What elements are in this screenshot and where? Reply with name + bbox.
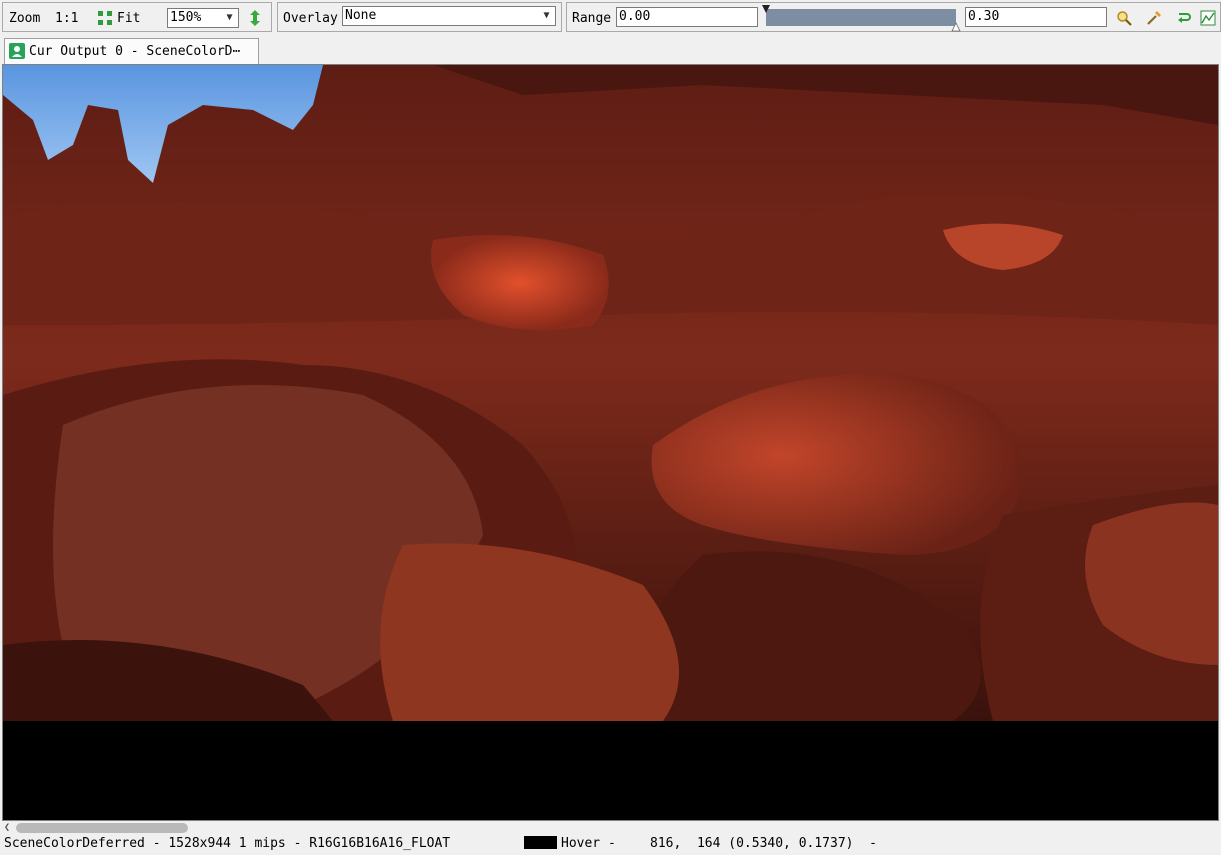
toolbar: Zoom 1:1 Fit 150% ▼ Overlay None ▼ Range… (0, 0, 1221, 36)
hover-coords: 816, 164 (0.5340, 0.1737) - (650, 836, 877, 851)
zoom-1to1-button[interactable]: 1:1 (55, 11, 78, 26)
texture-viewer[interactable] (2, 64, 1219, 821)
overlay-label: Overlay (283, 11, 338, 26)
zoom-select[interactable]: 150% ▼ (167, 8, 239, 28)
overlay-group: Overlay None ▼ (277, 2, 562, 32)
reset-range-icon[interactable] (1175, 9, 1193, 27)
pick-icon[interactable] (1145, 9, 1163, 27)
chevron-down-icon: ▼ (543, 10, 550, 21)
fit-icon[interactable] (96, 9, 114, 27)
overlay-select-value: None (345, 8, 377, 23)
scene-color-texture (3, 65, 1218, 721)
chevron-down-icon: ▼ (226, 12, 233, 23)
texture-info: SceneColorDeferred - 1528x944 1 mips - R… (4, 836, 451, 851)
zoom-group: Zoom 1:1 Fit 150% ▼ (2, 2, 272, 32)
overlay-select[interactable]: None ▼ (342, 6, 556, 26)
tab-label: Cur Output 0 - SceneColorD⋯ (29, 44, 241, 59)
zoom-range-icon[interactable] (1115, 9, 1133, 27)
range-label: Range (572, 11, 612, 26)
scrollbar-thumb[interactable] (16, 823, 188, 833)
range-max-input[interactable]: 0.30 (965, 7, 1107, 27)
range-group: Range 0.00 0.30 (566, 2, 1221, 32)
hover-label: Hover - (561, 836, 616, 851)
chevron-left-icon[interactable]: ❮ (4, 821, 14, 835)
range-min-input[interactable]: 0.00 (616, 7, 758, 27)
tab-strip: Cur Output 0 - SceneColorD⋯ (0, 36, 1221, 64)
tab-cur-output[interactable]: Cur Output 0 - SceneColorD⋯ (4, 38, 259, 64)
hover-color-swatch (524, 836, 557, 849)
status-bar: SceneColorDeferred - 1528x944 1 mips - R… (0, 835, 1221, 855)
zoom-select-value: 150% (170, 10, 202, 25)
fit-button[interactable]: Fit (117, 11, 140, 26)
range-slider[interactable] (761, 4, 961, 32)
flip-icon[interactable] (246, 9, 264, 27)
zoom-label: Zoom (9, 11, 41, 26)
horizontal-scrollbar[interactable]: ❮ (0, 821, 1221, 835)
histogram-icon[interactable] (1199, 9, 1217, 27)
output-icon (9, 43, 25, 59)
